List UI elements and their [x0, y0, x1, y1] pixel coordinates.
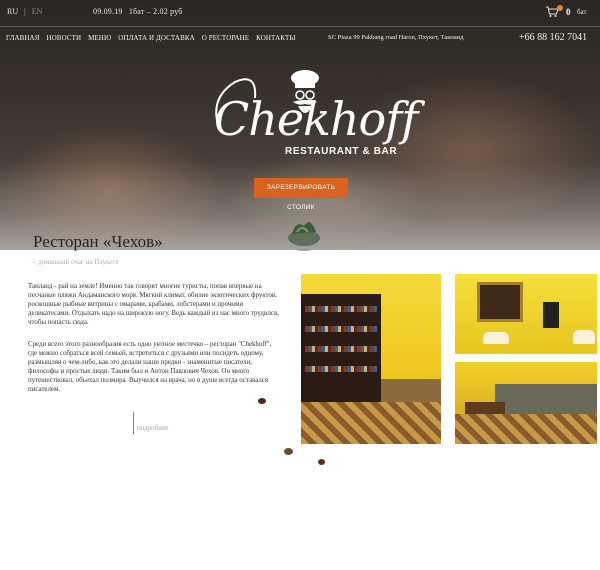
lang-ru[interactable]: RU: [7, 7, 18, 16]
coffee-bean-decoration: [258, 398, 266, 404]
interior-photo-lounge[interactable]: [455, 362, 597, 444]
sofa: [381, 379, 441, 404]
read-more-link[interactable]: подробнее: [137, 424, 168, 432]
main-navigation: ГЛАВНАЯ НОВОСТИ МЕНЮ ОПЛАТА И ДОСТАВКА О…: [0, 26, 600, 52]
phone-number[interactable]: +66 88 162 7041: [519, 32, 587, 43]
book-row: [305, 346, 377, 352]
lamp: [573, 330, 595, 344]
interior-photo-library[interactable]: [301, 274, 441, 444]
book-row: [305, 366, 377, 372]
lamp: [483, 332, 509, 344]
more-divider: [133, 412, 134, 434]
portrait-frame: [477, 282, 523, 322]
book-row: [305, 306, 377, 312]
date-text: 09.09.19: [93, 7, 123, 16]
cart-currency: бат: [577, 8, 587, 16]
intro-paragraph: Таиланд - рай на земле! Именно так говор…: [28, 283, 279, 326]
about-paragraph: Среди всего этого разнообразия есть одно…: [28, 341, 272, 393]
lang-separator: |: [24, 7, 26, 16]
nav-item-about[interactable]: О РЕСТОРАНЕ: [202, 34, 249, 42]
logo-wordmark: Chekhoff: [214, 92, 418, 146]
reserve-table-button[interactable]: ЗАРЕЗЕРВИРОВАТЬ СТОЛИК: [254, 178, 348, 211]
floor: [455, 414, 597, 444]
cart-badge-dot: [557, 5, 563, 11]
language-switcher: RU | EN: [7, 7, 42, 16]
top-bar: RU | EN 09.09.19 1бат – 2.02 руб 0 бат: [0, 0, 600, 27]
address-text: SC Piaza 99 Pakbang road Haron, Пхукет, …: [328, 34, 464, 41]
restaurant-photos: [301, 274, 597, 444]
lang-en[interactable]: EN: [32, 7, 43, 16]
nav-item-payment[interactable]: ОПЛАТА И ДОСТАВКА: [118, 34, 195, 42]
nav-item-contacts[interactable]: КОНТАКТЫ: [256, 34, 295, 42]
interior-photo-portrait[interactable]: [455, 274, 597, 354]
chalkboard: [543, 302, 559, 328]
nav-item-home[interactable]: ГЛАВНАЯ: [6, 34, 39, 42]
salad-bowl-icon: [287, 222, 321, 251]
book-row: [305, 326, 377, 332]
rate-text: 1бат – 2.02 руб: [128, 7, 183, 16]
page-title: Ресторан «Чехов»: [33, 232, 163, 251]
couch: [495, 384, 597, 414]
coffee-bean-decoration: [284, 448, 293, 455]
nav-item-menu[interactable]: МЕНЮ: [88, 34, 111, 42]
date-rate: 09.09.19 1бат – 2.02 руб: [93, 7, 183, 16]
page-subtitle: – домашний очаг на Пхукете: [33, 258, 119, 266]
cart-count[interactable]: 0: [566, 7, 571, 17]
coffee-bean-decoration: [318, 459, 325, 465]
floor: [301, 402, 441, 444]
nav-menu: ГЛАВНАЯ НОВОСТИ МЕНЮ ОПЛАТА И ДОСТАВКА О…: [6, 34, 303, 42]
nav-item-news[interactable]: НОВОСТИ: [46, 34, 81, 42]
logo-subtitle: RESTAURANT & BAR: [285, 146, 398, 157]
